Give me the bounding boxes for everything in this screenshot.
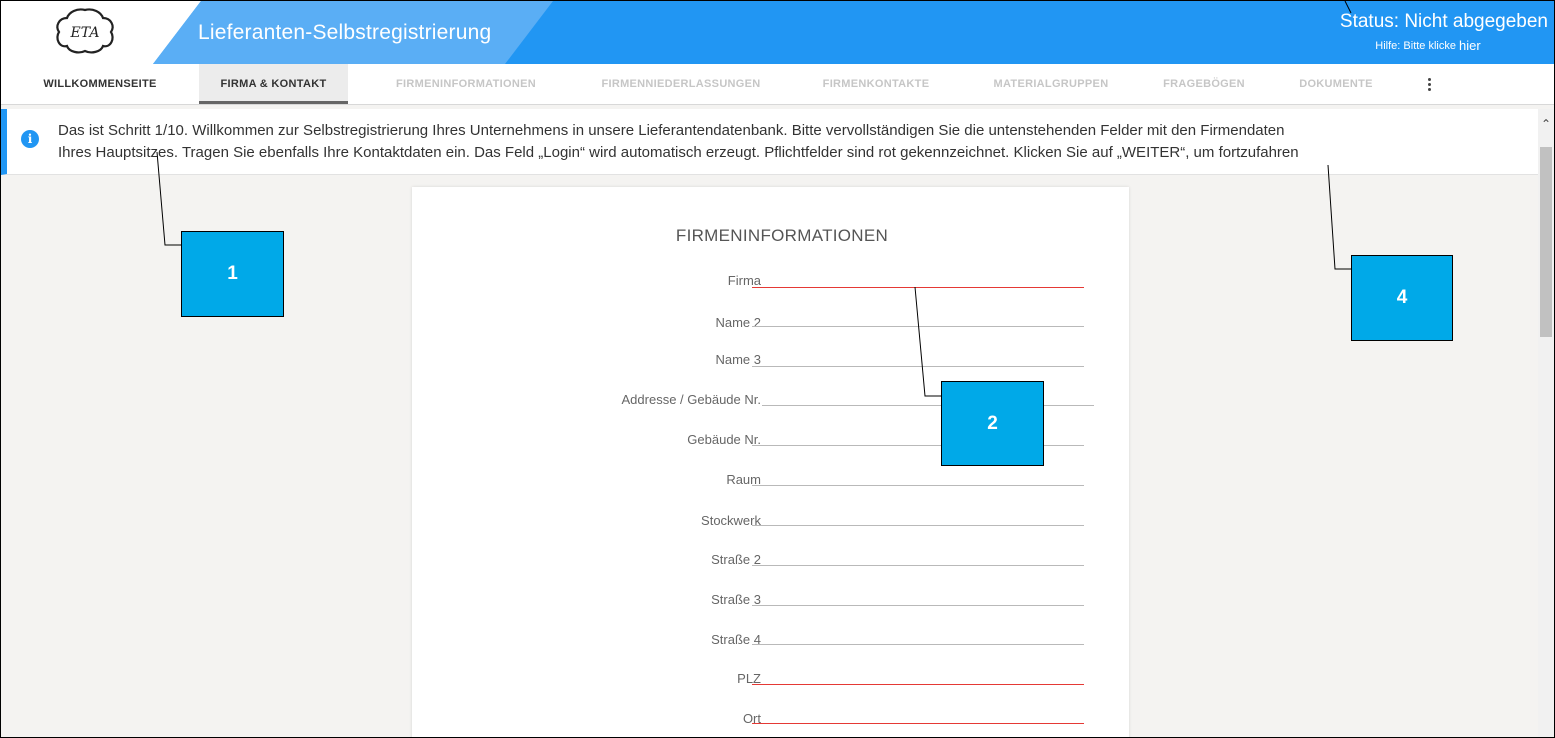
room-input[interactable]: [752, 485, 1084, 486]
street2-input[interactable]: [752, 565, 1084, 566]
tab-firma-kontakt[interactable]: FIRMA & KONTAKT: [199, 64, 348, 104]
info-icon: i: [21, 130, 39, 148]
street4-input[interactable]: [752, 644, 1084, 645]
help-label: Hilfe: Bitte klicke: [1375, 40, 1456, 52]
scroll-up-icon[interactable]: ⌃: [1538, 117, 1554, 133]
form-title: FIRMENINFORMATIONEN: [675, 226, 889, 245]
firma-label: Firma: [727, 273, 761, 288]
name3-label: Name 3: [715, 352, 761, 367]
building-no-label: Gebäude Nr.: [687, 432, 761, 447]
info-text: Das ist Schritt 1/10. Willkommen zur Sel…: [58, 120, 1498, 164]
name3-input[interactable]: [752, 366, 1084, 367]
city-input[interactable]: [752, 723, 1084, 724]
callout-2: 2: [941, 381, 1044, 466]
callout-1: 1: [181, 231, 284, 317]
tab-firmenniederlassungen[interactable]: FIRMENNIEDERLASSUNGEN: [581, 64, 781, 104]
floor-input[interactable]: [752, 525, 1084, 526]
help-link[interactable]: hier: [1459, 38, 1481, 53]
name2-input[interactable]: [752, 326, 1084, 327]
step-tabs: WILLKOMMENSEITE FIRMA & KONTAKT FIRMENIN…: [1, 64, 1554, 105]
callout-4: 4: [1351, 255, 1453, 341]
app-window: ETA Lieferanten-Selbstregistrierung Stat…: [0, 0, 1555, 738]
address-input[interactable]: [762, 405, 1094, 406]
tab-willkommensseite[interactable]: WILLKOMMENSEITE: [20, 64, 180, 104]
info-banner: i Das ist Schritt 1/10. Willkommen zur S…: [1, 109, 1538, 175]
app-header: ETA Lieferanten-Selbstregistrierung Stat…: [1, 1, 1554, 64]
more-tabs-icon[interactable]: [1418, 64, 1440, 104]
name2-label: Name 2: [715, 315, 761, 330]
tab-firmenkontakte[interactable]: FIRMENKONTAKTE: [801, 64, 951, 104]
info-line-2: Ihres Hauptsitzes. Tragen Sie ebenfalls …: [58, 144, 1299, 161]
tab-materialgruppen[interactable]: MATERIALGRUPPEN: [971, 64, 1131, 104]
scroll-thumb[interactable]: [1540, 147, 1552, 337]
zip-input[interactable]: [752, 684, 1084, 685]
page-scrollbar[interactable]: ⌃: [1538, 109, 1554, 737]
app-title: Lieferanten-Selbstregistrierung: [198, 21, 492, 44]
address-label: Addresse / Gebäude Nr.: [621, 392, 761, 407]
status-label: Status: Nicht abgegeben: [1339, 11, 1548, 32]
tab-dokumente[interactable]: DOKUMENTE: [1281, 64, 1391, 104]
info-line-1: Das ist Schritt 1/10. Willkommen zur Sel…: [58, 122, 1285, 139]
tab-frageboegen[interactable]: FRAGEBÖGEN: [1149, 64, 1259, 104]
svg-text:ETA: ETA: [70, 25, 100, 41]
eta-logo-icon: ETA: [56, 8, 114, 54]
tab-firmeninformationen[interactable]: FIRMENINFORMATIONEN: [371, 64, 561, 104]
firma-input[interactable]: [752, 287, 1084, 288]
help-text: Hilfe: Bitte klicke hier: [1375, 38, 1480, 53]
street3-input[interactable]: [752, 605, 1084, 606]
